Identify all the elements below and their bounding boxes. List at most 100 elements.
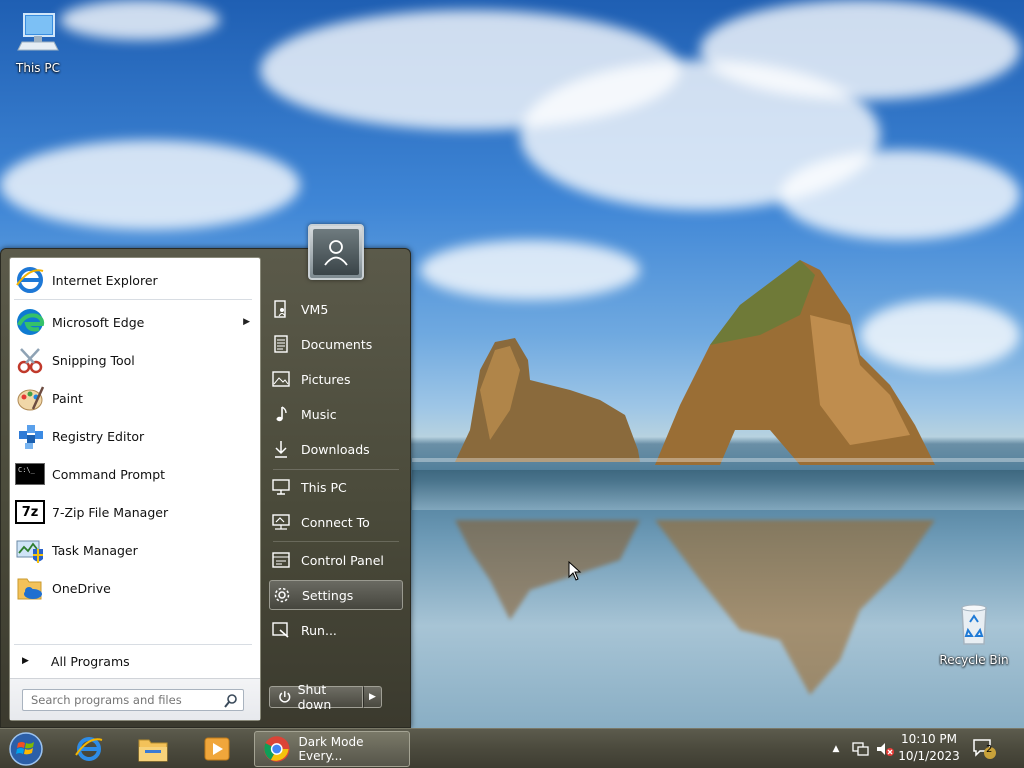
program-label: Paint [52,390,83,406]
place-this-pc[interactable]: This PC [269,473,403,501]
action-center-button[interactable]: 2 [968,729,1000,768]
shutdown-button[interactable]: Shut down [269,682,363,712]
submenu-arrow-icon[interactable]: ▶ [243,317,250,327]
place-label: Documents [301,336,373,352]
place-run[interactable]: Run... [269,616,403,644]
user-avatar [313,229,359,275]
connect-icon [271,512,291,532]
program-snipping-tool[interactable]: Snipping Tool [14,342,258,378]
start-button[interactable] [6,730,46,768]
chevron-up-icon: ▲ [832,744,840,754]
rock-reflection-right [655,520,935,695]
rock-formation-left [455,338,640,462]
program-internet-explorer[interactable]: Internet Explorer [14,262,258,298]
network-tray-icon[interactable] [848,729,872,768]
desktop-icon-recycle-bin[interactable]: Recycle Bin [938,600,1010,667]
place-control-panel[interactable]: Control Panel [269,546,403,574]
separator [14,299,252,300]
taskbar-file-explorer[interactable] [128,732,178,766]
place-connect-to[interactable]: Connect To [269,508,403,536]
taskbar-internet-explorer[interactable] [64,732,114,766]
program-onedrive[interactable]: OneDrive [14,570,258,606]
triangle-right-icon: ▶ [22,656,29,666]
cloud [420,240,640,300]
mouse-cursor-icon [568,561,582,581]
windows-logo-icon [9,732,43,766]
program-label: OneDrive [52,580,111,596]
folder-icon [138,739,168,762]
program-label: Snipping Tool [52,352,135,368]
place-documents[interactable]: Documents [269,330,403,358]
paint-palette-icon [14,382,46,414]
shutdown-options-button[interactable]: ▶ [363,686,382,708]
network-icon [852,742,869,756]
start-menu: Internet Explorer Microsoft Edge ▶ Snipp… [0,248,411,728]
program-registry-editor[interactable]: Registry Editor [14,418,258,454]
search-input[interactable] [22,689,244,711]
user-icon [324,240,348,266]
notification-count: 2 [986,744,993,755]
cmd-icon-screen: C:\_ [15,463,45,485]
user-folder-icon [271,299,291,319]
clock-date: 10/1/2023 [898,749,960,763]
recycle-bin-icon [961,604,987,645]
power-icon [279,691,291,703]
media-player-icon [204,737,230,761]
cloud [780,150,1020,240]
place-settings[interactable]: Settings [269,580,403,610]
chrome-icon [263,736,290,762]
search-area [10,678,260,720]
taskbar-window-title: Dark Mode Every... [298,735,364,763]
internet-explorer-icon [14,264,46,296]
place-label: Settings [302,587,354,603]
surf [412,470,1024,510]
place-label: Run... [301,622,337,638]
program-label: Internet Explorer [52,272,158,288]
program-label: Registry Editor [52,428,145,444]
horizon-line [412,458,1024,462]
7zip-icon: 7z [14,496,46,528]
search-icon[interactable] [223,693,239,709]
system-clock[interactable]: 10:10 PM 10/1/2023 [896,731,962,767]
program-task-manager[interactable]: Task Manager [14,532,258,568]
all-programs-label: All Programs [50,653,130,669]
desktop-icon-this-pc[interactable]: This PC [2,8,74,75]
shutdown-label: Shut down [297,682,332,712]
separator [273,541,399,542]
computer-icon [17,13,59,51]
place-label: Connect To [301,514,370,530]
program-microsoft-edge[interactable]: Microsoft Edge ▶ [14,304,258,340]
cloud [0,140,300,230]
separator [273,469,399,470]
program-label: 7-Zip File Manager [52,504,169,520]
edge-icon [14,306,46,338]
download-arrow-icon [271,439,291,459]
notification-icon [973,739,996,759]
place-music[interactable]: Music [269,400,403,428]
place-downloads[interactable]: Downloads [269,435,403,463]
program-command-prompt[interactable]: C:\_ Command Prompt [14,456,258,492]
taskbar-chrome-window[interactable]: Dark Mode Every... [254,731,410,767]
show-hidden-icons-button[interactable]: ▲ [828,729,844,768]
place-vm5[interactable]: VM5 [269,295,403,323]
place-label: Downloads [301,441,370,457]
separator [14,644,252,645]
registry-icon [14,420,46,452]
onedrive-icon [14,572,46,604]
control-panel-icon [271,550,291,570]
program-7zip[interactable]: 7z 7-Zip File Manager [14,494,258,530]
all-programs-button[interactable]: ▶ All Programs [14,650,258,672]
program-label: Command Prompt [52,466,166,482]
place-label: Control Panel [301,552,384,568]
user-account-picture[interactable] [308,224,364,280]
music-note-icon [271,404,291,424]
volume-tray-icon[interactable] [874,729,896,768]
taskbar-media-player[interactable] [192,732,242,766]
place-label: This PC [301,479,347,495]
program-paint[interactable]: Paint [14,380,258,416]
run-icon [271,620,291,640]
place-pictures[interactable]: Pictures [269,365,403,393]
clock-time: 10:10 PM [901,732,957,746]
7zip-icon-text: 7z [15,500,45,524]
speaker-muted-icon [877,743,894,756]
